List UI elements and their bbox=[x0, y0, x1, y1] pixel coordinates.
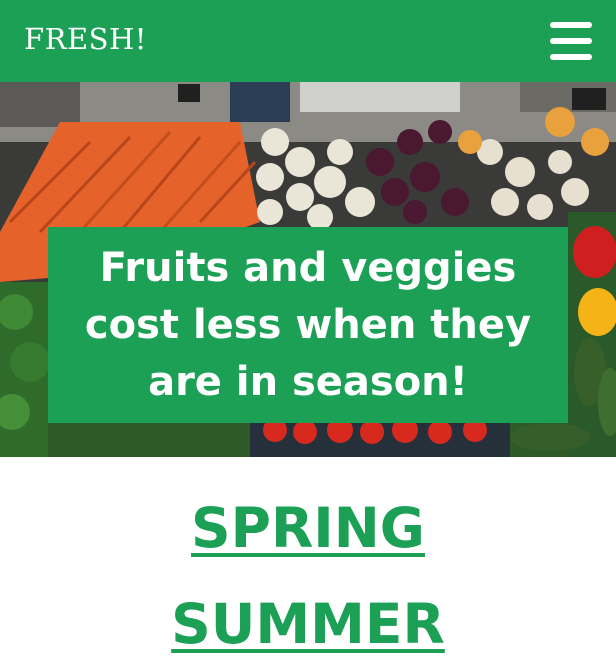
hamburger-menu-icon[interactable] bbox=[548, 22, 594, 60]
brand-logo[interactable]: FRESH! bbox=[24, 22, 147, 56]
hero-headline-box: Fruits and veggies cost less when they a… bbox=[48, 227, 568, 423]
hero-banner: Fruits and veggies cost less when they a… bbox=[0, 82, 616, 457]
season-link-summer[interactable]: SUMMER bbox=[0, 592, 616, 656]
hero-headline: Fruits and veggies cost less when they a… bbox=[84, 244, 532, 405]
season-link-spring[interactable]: SPRING bbox=[0, 496, 616, 560]
top-nav-bar: FRESH! bbox=[0, 0, 616, 82]
